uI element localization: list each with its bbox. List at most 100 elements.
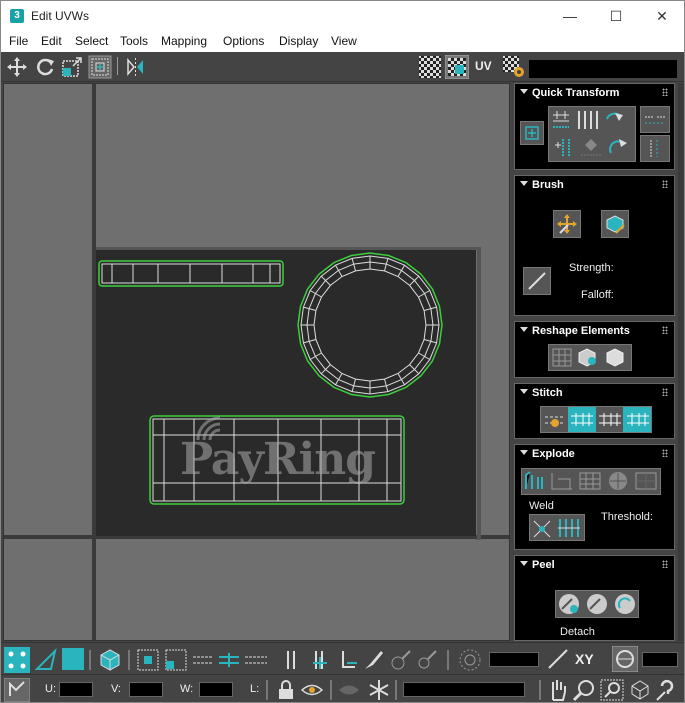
- uv-settings-icon[interactable]: [502, 55, 526, 79]
- u-field[interactable]: [59, 682, 93, 697]
- drag-handle-icon[interactable]: [662, 326, 668, 334]
- edge-mode-icon[interactable]: [33, 647, 59, 673]
- zoom-icon[interactable]: [572, 678, 596, 702]
- panel-scrollbar[interactable]: [678, 83, 684, 641]
- collapse-arrow-icon[interactable]: [520, 389, 528, 394]
- drag-handle-icon[interactable]: [662, 449, 668, 457]
- scale-icon[interactable]: [60, 55, 84, 79]
- help-icon[interactable]: [655, 678, 679, 702]
- menu-select[interactable]: Select: [75, 34, 108, 48]
- rollout-stitch: Stitch: [514, 383, 675, 439]
- w-field[interactable]: [199, 682, 233, 697]
- detach-label: Detach: [560, 626, 595, 638]
- pan-icon[interactable]: [547, 678, 569, 702]
- mirror-icon[interactable]: [124, 55, 148, 79]
- rollout-title[interactable]: Explode: [532, 448, 575, 460]
- drag-handle-icon[interactable]: [662, 180, 668, 188]
- minimize-button[interactable]: —: [547, 1, 593, 32]
- tool-panel: Quick Transform Brush Strength: Falloff:…: [511, 83, 684, 641]
- rollout-title[interactable]: Stitch: [532, 387, 563, 399]
- menu-options[interactable]: Options: [223, 34, 264, 48]
- grow-selection-icon[interactable]: [135, 647, 161, 673]
- pinch-brush-button[interactable]: [523, 267, 551, 295]
- checker-icon[interactable]: [418, 55, 442, 79]
- soft-selection-icon[interactable]: [457, 647, 483, 673]
- reshape-buttons-group[interactable]: [548, 344, 632, 371]
- relax-brush-button[interactable]: [601, 210, 629, 238]
- element-mode-icon[interactable]: [97, 647, 123, 673]
- v-field[interactable]: [129, 682, 163, 697]
- uv-mesh[interactable]: [4, 84, 510, 641]
- freeform-icon[interactable]: [88, 55, 112, 79]
- rollout-title[interactable]: Quick Transform: [532, 87, 619, 99]
- menu-tools[interactable]: Tools: [120, 34, 148, 48]
- loop-ring-icons[interactable]: [191, 647, 271, 673]
- xy-label[interactable]: XY: [575, 651, 594, 667]
- rollout-explode: Explode Weld Threshold:: [514, 444, 675, 550]
- v-label: V:: [111, 683, 121, 695]
- uv-label[interactable]: UV: [475, 59, 492, 73]
- menu-file[interactable]: File: [9, 34, 28, 48]
- u-label: U:: [45, 683, 56, 695]
- collapse-arrow-icon[interactable]: [520, 181, 528, 186]
- move-icon[interactable]: [5, 55, 29, 79]
- menu-display[interactable]: Display: [279, 34, 318, 48]
- close-button[interactable]: ✕: [639, 1, 684, 32]
- soft-selection-field[interactable]: [489, 652, 539, 667]
- ring-select-icon[interactable]: [279, 647, 305, 673]
- brush-size-down-icon[interactable]: [414, 647, 440, 673]
- checker-toggle-icon[interactable]: [445, 55, 469, 79]
- paint-move-button[interactable]: [553, 210, 581, 238]
- hide-icon[interactable]: [337, 681, 361, 699]
- collapse-arrow-icon[interactable]: [520, 450, 528, 455]
- rollout-title[interactable]: Peel: [532, 559, 555, 571]
- visibility-icon[interactable]: [300, 679, 324, 701]
- rollout-title[interactable]: Reshape Elements: [532, 325, 630, 337]
- w-label: W:: [180, 683, 194, 695]
- paint-select-icon[interactable]: [361, 647, 387, 673]
- shrink-selection-icon[interactable]: [163, 647, 189, 673]
- rollout-reshape-elements: Reshape Elements: [514, 321, 675, 378]
- lock-icon[interactable]: [275, 679, 297, 701]
- vertex-mode-icon[interactable]: [4, 647, 30, 673]
- rollout-title[interactable]: Brush: [532, 179, 564, 191]
- face-mode-icon[interactable]: [61, 647, 85, 671]
- align-buttons-group[interactable]: [548, 106, 636, 162]
- drag-handle-icon[interactable]: [662, 88, 668, 96]
- absolute-offset-icon[interactable]: [4, 678, 30, 702]
- collapse-arrow-icon[interactable]: [520, 327, 528, 332]
- falloff-field[interactable]: [642, 652, 678, 667]
- loop-select-icon[interactable]: [307, 647, 333, 673]
- menu-mapping[interactable]: Mapping: [161, 34, 207, 48]
- collapse-arrow-icon[interactable]: [520, 561, 528, 566]
- rotate-icon[interactable]: [33, 55, 57, 79]
- uv-viewport[interactable]: PayRing: [3, 83, 510, 641]
- drag-handle-icon[interactable]: [662, 560, 668, 568]
- weld-label: Weld: [529, 500, 554, 512]
- weld-buttons-group[interactable]: [529, 514, 585, 541]
- maximize-button[interactable]: ☐: [593, 1, 639, 32]
- brush-size-icon[interactable]: [388, 647, 414, 673]
- watermark-signal-icon: [196, 416, 221, 441]
- menu-edit[interactable]: Edit: [41, 34, 62, 48]
- settings-toggle-icon[interactable]: [612, 646, 638, 672]
- toolbar-field[interactable]: [529, 60, 677, 78]
- space-horizontal-button[interactable]: [640, 106, 670, 133]
- zoom-extents-icon[interactable]: [628, 678, 652, 702]
- collapse-arrow-icon[interactable]: [520, 89, 528, 94]
- falloff-line-icon[interactable]: [546, 647, 570, 671]
- zoom-region-icon[interactable]: [599, 678, 625, 702]
- menu-view[interactable]: View: [331, 34, 357, 48]
- title-bar: 3 Edit UVWs — ☐ ✕: [1, 1, 684, 32]
- drag-handle-icon[interactable]: [662, 388, 668, 396]
- space-vertical-button[interactable]: [640, 135, 670, 162]
- rollout-peel: Peel Detach: [514, 555, 675, 641]
- freeze-icon[interactable]: [367, 678, 391, 702]
- peel-buttons-group[interactable]: [555, 590, 639, 618]
- filter-field[interactable]: [403, 682, 525, 697]
- edge-select-icon[interactable]: [335, 647, 361, 673]
- rollout-quick-transform: Quick Transform: [514, 83, 675, 170]
- explode-buttons-group[interactable]: [521, 468, 661, 495]
- stitch-buttons-group[interactable]: [540, 406, 652, 433]
- transform-center-button[interactable]: [520, 121, 544, 145]
